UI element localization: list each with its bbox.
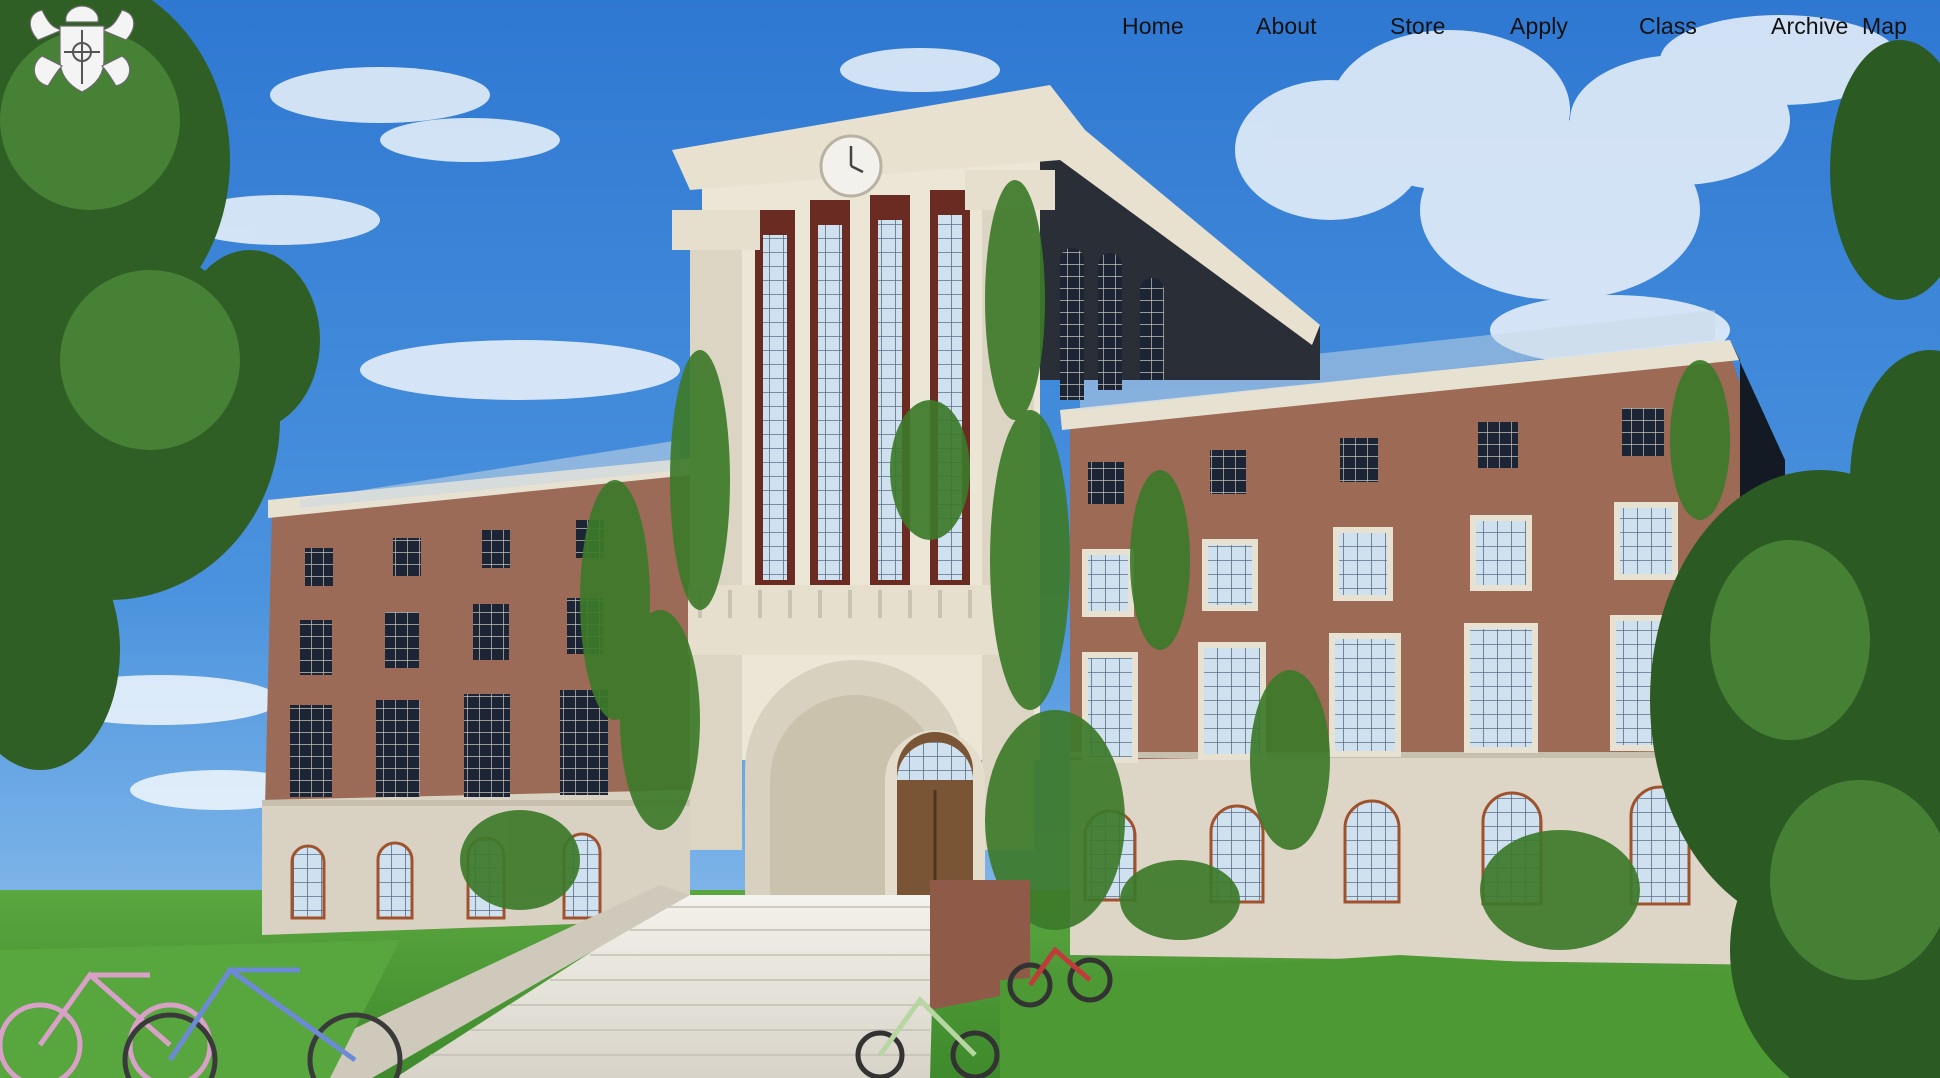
nav-archive-link[interactable]: Archive (1771, 10, 1848, 42)
nav-map-link[interactable]: Map (1862, 10, 1907, 42)
page: Home About Store Apply Class Archive Map (0, 0, 1940, 1078)
hero-campus-illustration (0, 0, 1940, 1078)
nav-store-link[interactable]: Store (1390, 10, 1445, 42)
nav-apply-link[interactable]: Apply (1510, 10, 1568, 42)
nav-about-link[interactable]: About (1256, 10, 1317, 42)
crest-logo-icon[interactable] (18, 0, 146, 98)
top-navigation: Home About Store Apply Class Archive Map (1000, 6, 1940, 48)
nav-home-link[interactable]: Home (1122, 10, 1184, 42)
nav-class-link[interactable]: Class (1639, 10, 1697, 42)
